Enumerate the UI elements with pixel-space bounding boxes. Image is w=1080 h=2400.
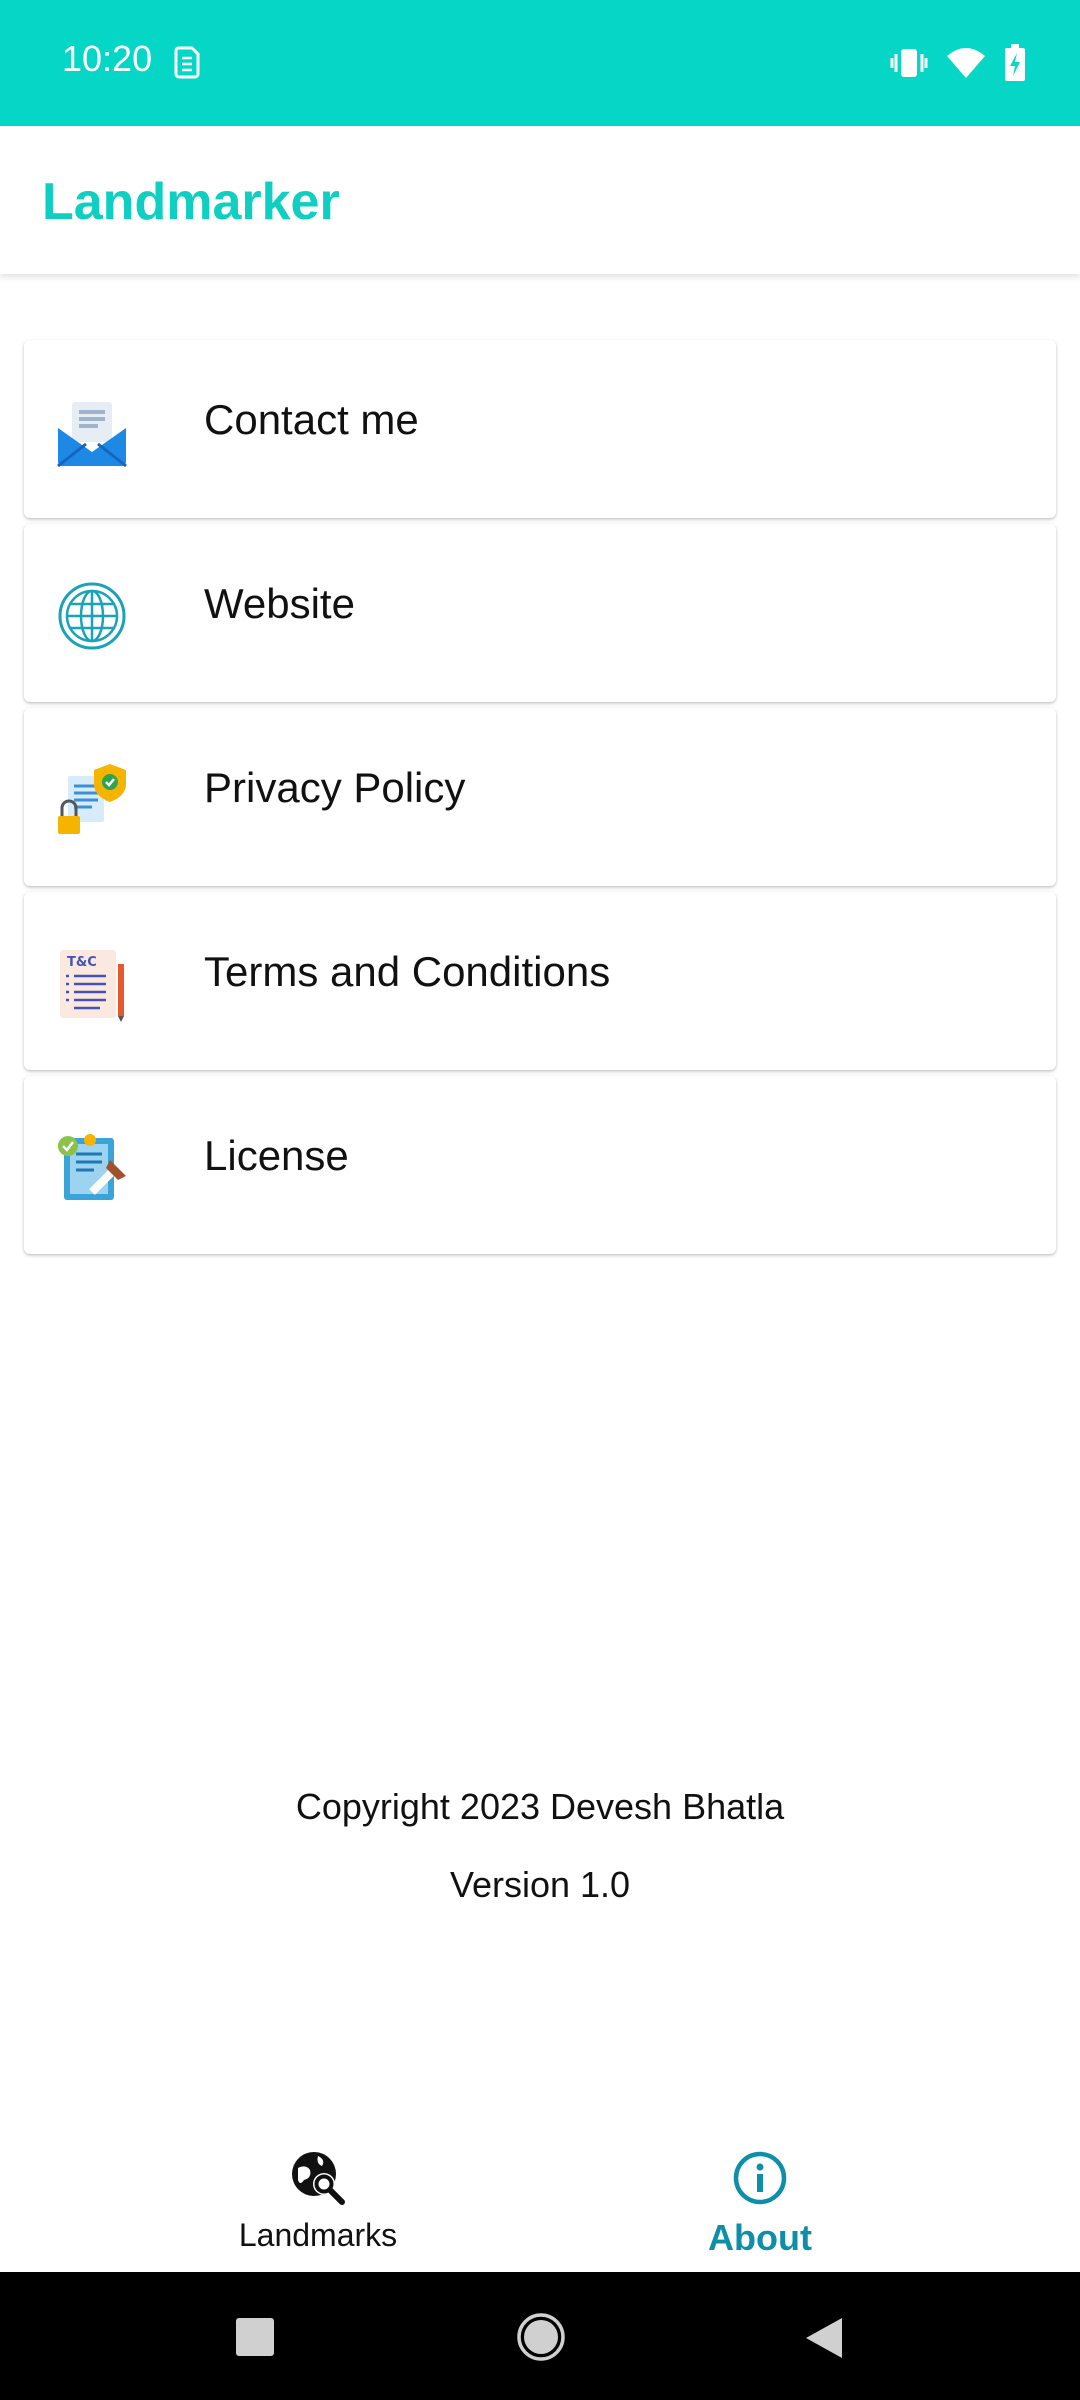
version-text: Version 1.0	[449, 1864, 631, 1905]
menu-item-contact[interactable]: Contact me	[24, 340, 1056, 518]
nav-item-landmarks[interactable]: Landmarks	[168, 2150, 468, 2254]
app-title: Landmarker	[42, 173, 340, 231]
wifi-icon	[946, 46, 986, 85]
menu-item-privacy-policy[interactable]: Privacy Policy	[24, 708, 1056, 886]
svg-text:T&C: T&C	[67, 955, 97, 970]
nav-item-about[interactable]: About	[610, 2150, 910, 2259]
globe-search-icon	[290, 2152, 346, 2210]
menu-item-label: Privacy Policy	[204, 764, 466, 811]
nav-label: About	[708, 2217, 812, 2258]
bottom-navigation: Landmarks About	[0, 2130, 1080, 2272]
system-navigation-bar	[0, 2272, 1080, 2400]
menu-list: Contact me Website Privacy Policy T&C Te…	[24, 340, 1056, 1260]
privacy-shield-icon	[54, 762, 130, 838]
info-icon	[732, 2151, 788, 2210]
nav-label: Landmarks	[238, 2217, 398, 2253]
home-icon[interactable]	[516, 2312, 566, 2367]
vibrate-icon	[890, 46, 928, 85]
menu-item-terms[interactable]: T&C Terms and Conditions	[24, 892, 1056, 1070]
status-bar: 10:20	[0, 0, 1080, 126]
menu-item-website[interactable]: Website	[24, 524, 1056, 702]
back-icon[interactable]	[804, 2316, 844, 2365]
mail-icon	[54, 394, 130, 470]
battery-charging-icon	[1004, 44, 1026, 87]
copyright-text: Copyright 2023 Devesh Bhatla	[295, 1786, 785, 1827]
terms-document-icon: T&C	[54, 946, 130, 1022]
status-icons	[890, 44, 1026, 87]
globe-icon	[54, 578, 130, 654]
app-bar: Landmarker	[0, 126, 1080, 274]
menu-item-label: License	[204, 1132, 349, 1179]
sim-card-icon	[172, 44, 202, 85]
menu-item-label: Website	[204, 580, 355, 627]
status-time: 10:20	[62, 38, 153, 79]
menu-item-license[interactable]: License	[24, 1076, 1056, 1254]
license-certificate-icon	[54, 1130, 130, 1206]
menu-item-label: Terms and Conditions	[204, 948, 611, 995]
recent-apps-icon[interactable]	[236, 2318, 274, 2361]
menu-item-label: Contact me	[204, 396, 419, 443]
